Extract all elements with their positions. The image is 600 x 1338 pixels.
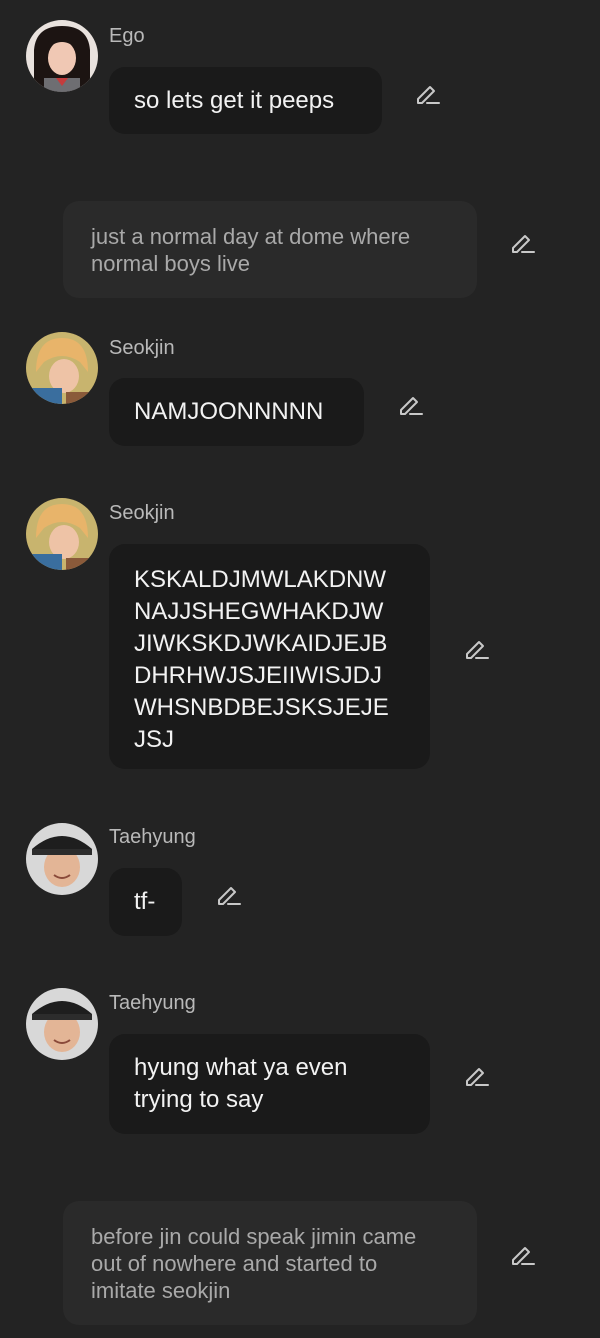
pencil-edit-icon[interactable] bbox=[508, 1240, 536, 1268]
message-text: tf- bbox=[134, 888, 156, 915]
sender-name: Taehyung bbox=[109, 826, 196, 848]
avatar-taehyung[interactable] bbox=[26, 823, 98, 895]
narration-bubble[interactable]: just a normal day at dome where normal b… bbox=[63, 201, 477, 298]
message-bubble[interactable]: tf- bbox=[109, 868, 182, 936]
sender-name: Taehyung bbox=[109, 992, 196, 1014]
narration-text: just a normal day at dome where normal b… bbox=[91, 223, 411, 276]
message-bubble[interactable]: NAMJOONNNNN bbox=[109, 378, 364, 446]
pencil-edit-icon[interactable] bbox=[462, 1061, 490, 1089]
pencil-edit-icon[interactable] bbox=[413, 79, 441, 107]
avatar-ego[interactable] bbox=[26, 20, 98, 92]
pencil-edit-icon[interactable] bbox=[462, 634, 490, 662]
message-bubble[interactable]: KSKALDJMWLAKDNW NAJJSHEGWHAKDJW JIWKSKDJ… bbox=[109, 544, 430, 769]
pencil-edit-icon[interactable] bbox=[214, 880, 242, 908]
message-text: so lets get it peeps bbox=[134, 86, 335, 114]
avatar-seokjin[interactable] bbox=[26, 332, 98, 404]
message-bubble[interactable]: so lets get it peeps bbox=[109, 67, 382, 134]
pencil-edit-icon[interactable] bbox=[396, 390, 424, 418]
narration-bubble[interactable]: before jin could speak jimin came out of… bbox=[63, 1201, 477, 1325]
sender-name: Seokjin bbox=[109, 337, 175, 359]
sender-name: Ego bbox=[109, 25, 145, 47]
pencil-edit-icon[interactable] bbox=[508, 228, 536, 256]
narration-text: before jin could speak jimin came out of… bbox=[91, 1223, 417, 1303]
message-text: KSKALDJMWLAKDNW NAJJSHEGWHAKDJW JIWKSKDJ… bbox=[134, 566, 389, 753]
message-text: NAMJOONNNNN bbox=[134, 398, 324, 425]
message-bubble[interactable]: hyung what ya even trying to say bbox=[109, 1034, 430, 1134]
sender-name: Seokjin bbox=[109, 502, 175, 524]
message-text: hyung what ya even trying to say bbox=[134, 1054, 348, 1113]
avatar-seokjin[interactable] bbox=[26, 498, 98, 570]
avatar-taehyung[interactable] bbox=[26, 988, 98, 1060]
